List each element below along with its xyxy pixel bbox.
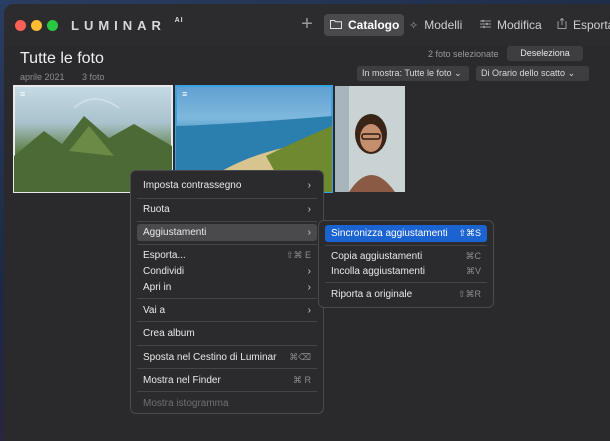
title-bar: LUMINAR AI + Catalogo ✧ Modelli Modifica… bbox=[4, 4, 610, 46]
chevron-down-icon: ⌄ bbox=[454, 68, 462, 78]
tab-esporta[interactable]: Esporta bbox=[557, 14, 610, 36]
chevron-right-icon: › bbox=[307, 266, 311, 277]
sparkle-icon: ✧ bbox=[409, 19, 419, 32]
photo-count: 3 foto bbox=[82, 72, 105, 82]
page-title: Tutte le foto bbox=[20, 50, 104, 67]
menu-item-incolla-aggiustamenti[interactable]: Incolla aggiustamenti ⌘V bbox=[325, 263, 487, 280]
share-icon bbox=[557, 17, 567, 32]
context-menu: Imposta contrassegno › Ruota › Aggiustamen… bbox=[130, 170, 324, 414]
tab-modifica[interactable]: Modifica bbox=[480, 14, 542, 36]
menu-item-condividi[interactable]: Condividi › bbox=[137, 263, 317, 280]
shortcut-label: ⇧⌘R bbox=[457, 289, 481, 299]
menu-separator bbox=[137, 321, 317, 322]
menu-separator bbox=[137, 198, 317, 199]
menu-item-vai-a[interactable]: Vai a › bbox=[137, 302, 317, 319]
photo-thumbnail-portrait[interactable] bbox=[335, 86, 405, 192]
menu-separator bbox=[137, 244, 317, 245]
tab-modifica-label: Modifica bbox=[497, 18, 542, 32]
deselect-button[interactable]: Deseleziona bbox=[507, 46, 583, 61]
tab-esporta-label: Esporta bbox=[573, 18, 610, 32]
shortcut-label: ⇧⌘ E bbox=[285, 250, 311, 260]
adjustments-submenu: Sincronizza aggiustamenti ⇧⌘S Copia aggiu… bbox=[318, 220, 494, 308]
chevron-right-icon: › bbox=[307, 180, 311, 191]
menu-item-riporta-originale[interactable]: Riporta a originale ⇧⌘R bbox=[325, 286, 487, 303]
menu-item-sposta-cestino[interactable]: Sposta nel Cestino di Luminar ⌘⌫ bbox=[137, 349, 317, 366]
tab-modelli[interactable]: ✧ Modelli bbox=[409, 14, 462, 36]
shortcut-label: ⌘V bbox=[465, 266, 481, 276]
menu-separator bbox=[137, 368, 317, 369]
folder-icon bbox=[330, 19, 342, 32]
chevron-right-icon: › bbox=[307, 204, 311, 215]
filter-label: In mostra: Tutte le foto bbox=[362, 68, 452, 78]
sliders-icon bbox=[480, 19, 491, 32]
shortcut-label: ⌘ R bbox=[293, 375, 311, 385]
chevron-down-icon: ⌄ bbox=[567, 68, 576, 78]
shortcut-label: ⌘⌫ bbox=[289, 352, 311, 362]
menu-item-imposta-contrassegno[interactable]: Imposta contrassegno › bbox=[137, 177, 317, 194]
menu-separator bbox=[325, 245, 487, 246]
menu-separator bbox=[137, 345, 317, 346]
sort-label: Di Orario dello scatto bbox=[481, 68, 566, 78]
menu-item-crea-album[interactable]: Crea album bbox=[137, 325, 317, 342]
chevron-right-icon: › bbox=[307, 305, 311, 316]
menu-item-mostra-finder[interactable]: Mostra nel Finder ⌘ R bbox=[137, 372, 317, 389]
menu-separator bbox=[137, 221, 317, 222]
selection-count: 2 foto selezionate bbox=[428, 49, 499, 59]
menu-item-esporta[interactable]: Esporta... ⇧⌘ E bbox=[137, 247, 317, 264]
menu-item-mostra-istogramma: Mostra istogramma bbox=[143, 398, 229, 409]
minimize-window-button[interactable] bbox=[31, 20, 42, 31]
tab-catalogo[interactable]: Catalogo bbox=[324, 14, 404, 36]
chevron-right-icon: › bbox=[307, 227, 311, 238]
menu-separator bbox=[137, 391, 317, 392]
menu-separator bbox=[137, 298, 317, 299]
chevron-right-icon: › bbox=[307, 282, 311, 293]
shortcut-label: ⌘C bbox=[465, 251, 482, 261]
menu-separator bbox=[325, 282, 487, 283]
filter-dropdown[interactable]: In mostra: Tutte le foto ⌄ bbox=[357, 66, 469, 81]
tab-modelli-label: Modelli bbox=[424, 18, 463, 32]
close-window-button[interactable] bbox=[15, 20, 26, 31]
sort-dropdown[interactable]: Di Orario dello scatto ⌄ bbox=[476, 66, 589, 81]
tab-catalogo-label: Catalogo bbox=[348, 18, 400, 32]
menu-item-sincronizza-aggiustamenti[interactable]: Sincronizza aggiustamenti ⇧⌘S bbox=[325, 225, 487, 242]
shortcut-label: ⇧⌘S bbox=[458, 228, 481, 238]
luminar-window: LUMINAR AI + Catalogo ✧ Modelli Modifica… bbox=[4, 4, 610, 441]
menu-item-apri-in[interactable]: Apri in › bbox=[137, 279, 317, 296]
date-label: aprile 2021 bbox=[20, 72, 65, 82]
zoom-window-button[interactable] bbox=[47, 20, 58, 31]
menu-item-ruota[interactable]: Ruota › bbox=[137, 201, 317, 218]
app-logo: LUMINAR AI bbox=[71, 16, 184, 33]
menu-item-aggiustamenti[interactable]: Aggiustamenti › bbox=[137, 224, 317, 241]
add-button[interactable]: + bbox=[297, 14, 317, 34]
